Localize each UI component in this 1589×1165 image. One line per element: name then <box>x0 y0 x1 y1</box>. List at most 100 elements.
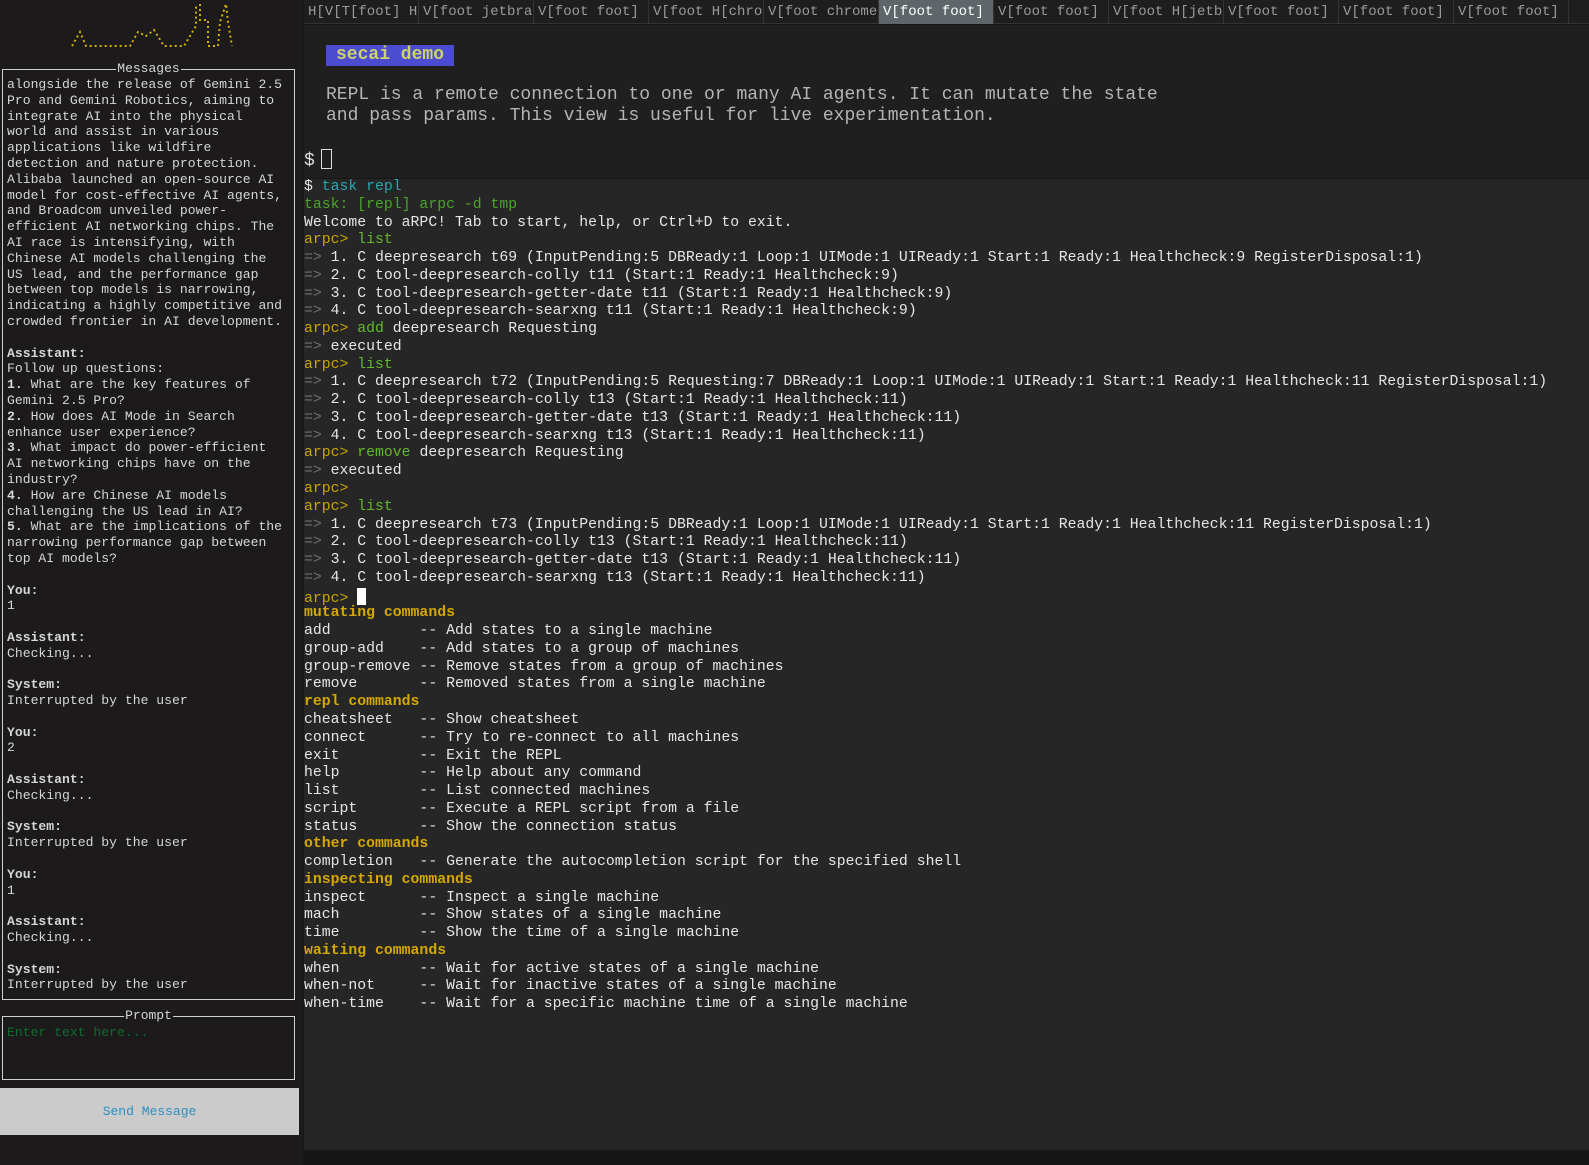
tab-bar: H[V[T[foot] H V[foot jetbra: V[foot foot] V… <box>304 0 1589 24</box>
tab[interactable]: V[foot foot] <box>534 0 649 24</box>
terminal-text: list <box>357 498 393 515</box>
terminal-line: inspect -- Inspect a single machine <box>304 890 1589 908</box>
message-line: 1 <box>7 882 15 898</box>
tab[interactable]: V[foot foot] <box>994 0 1109 24</box>
message-line: narrowing performance gap between <box>7 535 267 551</box>
terminal-line: when -- Wait for active states of a sing… <box>304 961 1589 979</box>
terminal-line: => 2. C tool-deepresearch-colly t13 (Sta… <box>304 534 1589 552</box>
shell-prompt-line[interactable]: $ <box>304 149 332 171</box>
terminal-text: when-not -- Wait for inactive states of … <box>304 978 837 995</box>
message-line: between top models is narrowing, <box>7 282 259 298</box>
terminal-text: group-remove -- Remove states from a gro… <box>304 658 784 675</box>
message-line: model for cost-effective AI agents, <box>7 187 283 203</box>
cursor-icon <box>320 149 332 169</box>
terminal-line: remove -- Removed states from a single m… <box>304 676 1589 694</box>
tab[interactable]: H[V[T[foot] H <box>304 0 419 24</box>
terminal-text: status -- Show the connection status <box>304 818 677 835</box>
message-line: crowded frontier in AI development. <box>7 313 283 329</box>
terminal-text: add <box>357 321 384 338</box>
terminal-text: arpc> <box>304 356 358 373</box>
tab[interactable]: V[foot H[jetb: <box>1109 0 1224 24</box>
send-message-button[interactable]: Send Message <box>0 1088 299 1135</box>
message-line: 4. How are Chinese AI models <box>7 487 228 503</box>
message-line: Interrupted by the user <box>7 693 188 709</box>
message-line: alongside the release of Gemini 2.5 <box>7 77 283 92</box>
terminal-text: other commands <box>304 836 429 853</box>
terminal-text: 1. C deepresearch t73 (InputPending:5 DB… <box>330 516 1432 533</box>
terminal-line: waiting commands <box>304 943 1589 961</box>
tab[interactable]: V[foot H[chrom <box>649 0 764 24</box>
terminal-text: mutating commands <box>304 605 455 622</box>
terminal-text: => <box>304 516 331 533</box>
terminal-text: => <box>304 552 331 569</box>
terminal-text: $ <box>304 179 322 195</box>
terminal-line: => 1. C deepresearch t69 (InputPending:5… <box>304 250 1589 268</box>
messages-panel[interactable]: Messages alongside the release of Gemini… <box>2 61 295 1000</box>
terminal-line: when-time -- Wait for a specific machine… <box>304 996 1589 1014</box>
terminal-text: arpc> <box>304 481 349 498</box>
message-line: 2 <box>7 740 15 756</box>
message-line: Checking... <box>7 645 94 661</box>
terminal-text: 4. C tool-deepresearch-searxng t13 (Star… <box>330 427 926 444</box>
tab[interactable]: V[foot foot] <box>879 0 994 24</box>
terminal-text: 2. C tool-deepresearch-colly t13 (Start:… <box>330 392 908 409</box>
terminal-text: => <box>304 534 331 551</box>
message-line: Pro and Gemini Robotics, aiming to <box>7 92 275 108</box>
message-line: efficient AI networking chips. The <box>7 219 275 235</box>
terminal-text: => <box>304 427 331 444</box>
terminal-text: executed <box>330 463 402 480</box>
terminal-text: deepresearch Requesting <box>410 445 624 462</box>
message-line: 1. What are the key features of <box>7 377 251 393</box>
message-line: Interrupted by the user <box>7 835 188 851</box>
terminal-line: => 3. C tool-deepresearch-getter-date t1… <box>304 552 1589 570</box>
terminal-text: arpc> <box>304 498 358 515</box>
message-role: Assistant: <box>7 345 86 361</box>
message-role: Assistant: <box>7 914 86 930</box>
terminal-text: arpc> <box>304 321 358 338</box>
terminal-text: executed <box>330 338 402 355</box>
message-line: AI race is intensifying, with <box>7 234 235 250</box>
message-line: detection and nature protection. <box>7 155 259 171</box>
demo-header-pane: secai demo REPL is a remote connection t… <box>304 25 1589 178</box>
terminal-text: waiting commands <box>304 942 447 959</box>
message-line: challenging the US lead in AI? <box>7 503 243 519</box>
terminal-text: 3. C tool-deepresearch-getter-date t13 (… <box>330 409 962 426</box>
terminal-text: exit -- Exit the REPL <box>304 747 562 764</box>
message-line: enhance user experience? <box>7 424 196 440</box>
terminal-text: => <box>304 409 331 426</box>
tab[interactable]: V[foot chrome <box>764 0 879 24</box>
tab[interactable]: V[foot foot] <box>1339 0 1454 24</box>
terminal-line: Welcome to aRPC! Tab to start, help, or … <box>304 215 1589 233</box>
message-line: Gemini 2.5 Pro? <box>7 392 125 408</box>
terminal-line: script -- Execute a REPL script from a f… <box>304 801 1589 819</box>
terminal-text: 2. C tool-deepresearch-colly t11 (Start:… <box>330 267 899 284</box>
terminal-line: arpc> remove deepresearch Requesting <box>304 445 1589 463</box>
cursor-icon <box>357 587 367 605</box>
terminal-text: => <box>304 463 331 480</box>
message-line: industry? <box>7 471 78 487</box>
message-role: System: <box>7 819 63 835</box>
terminal-text: remove <box>357 445 411 462</box>
message: You: 1 <box>7 583 290 615</box>
message-role: Assistant: <box>7 629 86 645</box>
terminal-text: task: [repl] arpc -d tmp <box>304 196 518 213</box>
tab[interactable]: V[foot jetbra: <box>419 0 534 24</box>
tab[interactable]: V[foot foot] <box>1224 0 1339 24</box>
repl-terminal[interactable]: $ task repl task: [repl] arpc -d tmp Welco… <box>304 179 1589 1150</box>
message-line: Checking... <box>7 930 94 946</box>
terminal-text: inspecting commands <box>304 871 473 888</box>
message: System: Interrupted by the user <box>7 819 290 851</box>
terminal-line: => 1. C deepresearch t72 (InputPending:5… <box>304 374 1589 392</box>
terminal-text: task repl <box>321 179 402 195</box>
message: You: 2 <box>7 725 290 757</box>
prompt-panel: Prompt <box>2 1008 295 1080</box>
terminal-text: add -- Add states to a single machine <box>304 623 713 640</box>
prompt-input[interactable] <box>7 1025 290 1040</box>
terminal-text: cheatsheet -- Show cheatsheet <box>304 711 580 728</box>
terminal-line: list -- List connected machines <box>304 783 1589 801</box>
terminal-line: group-remove -- Remove states from a gro… <box>304 659 1589 677</box>
terminal-line: => 3. C tool-deepresearch-getter-date t1… <box>304 410 1589 428</box>
terminal-text: arpc> <box>304 445 358 462</box>
message-role: System: <box>7 961 63 977</box>
tab[interactable]: V[foot foot] <box>1454 0 1569 24</box>
